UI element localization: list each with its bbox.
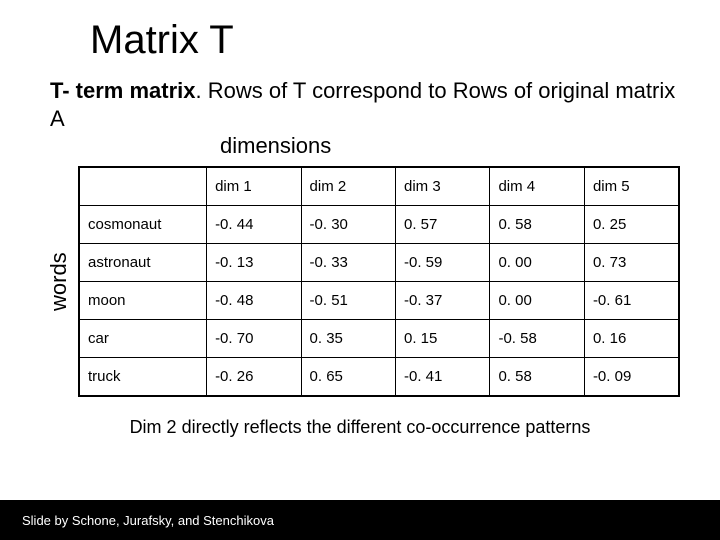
content-row: words dim 1 dim 2 dim 3 dim 4 dim 5 cosm…: [40, 166, 680, 397]
cell: -0. 30: [301, 205, 395, 243]
cell: -0. 58: [490, 319, 584, 357]
cell: 0. 25: [584, 205, 679, 243]
header-cell: dim 3: [396, 167, 490, 206]
table-header-row: dim 1 dim 2 dim 3 dim 4 dim 5: [79, 167, 679, 206]
slide-note: Dim 2 directly reflects the different co…: [40, 417, 680, 438]
table-row: moon -0. 48 -0. 51 -0. 37 0. 00 -0. 61: [79, 281, 679, 319]
cell: -0. 33: [301, 243, 395, 281]
footer-bar: Slide by Schone, Jurafsky, and Stenchiko…: [0, 500, 720, 540]
cell: -0. 59: [396, 243, 490, 281]
table-row: truck -0. 26 0. 65 -0. 41 0. 58 -0. 09: [79, 357, 679, 396]
row-label: truck: [79, 357, 207, 396]
cell: -0. 09: [584, 357, 679, 396]
table-row: car -0. 70 0. 35 0. 15 -0. 58 0. 16: [79, 319, 679, 357]
header-cell: [79, 167, 207, 206]
cell: -0. 48: [207, 281, 301, 319]
cell: 0. 65: [301, 357, 395, 396]
row-label: astronaut: [79, 243, 207, 281]
footer-text: Slide by Schone, Jurafsky, and Stenchiko…: [22, 513, 274, 528]
cell: 0. 58: [490, 357, 584, 396]
cell: 0. 15: [396, 319, 490, 357]
table-row: astronaut -0. 13 -0. 33 -0. 59 0. 00 0. …: [79, 243, 679, 281]
cell: -0. 44: [207, 205, 301, 243]
cell: 0. 58: [490, 205, 584, 243]
cell: -0. 51: [301, 281, 395, 319]
header-cell: dim 1: [207, 167, 301, 206]
cell: -0. 26: [207, 357, 301, 396]
row-label: moon: [79, 281, 207, 319]
row-label: car: [79, 319, 207, 357]
slide-description: T- term matrix. Rows of T correspond to …: [50, 77, 680, 160]
cell: -0. 13: [207, 243, 301, 281]
words-axis-label: words: [40, 166, 78, 397]
desc-bold: T- term matrix: [50, 78, 196, 103]
table-row: cosmonaut -0. 44 -0. 30 0. 57 0. 58 0. 2…: [79, 205, 679, 243]
cell: -0. 70: [207, 319, 301, 357]
cell: -0. 61: [584, 281, 679, 319]
cell: -0. 41: [396, 357, 490, 396]
cell: 0. 00: [490, 243, 584, 281]
header-cell: dim 4: [490, 167, 584, 206]
header-cell: dim 2: [301, 167, 395, 206]
cell: 0. 73: [584, 243, 679, 281]
cell: 0. 57: [396, 205, 490, 243]
header-cell: dim 5: [584, 167, 679, 206]
cell: 0. 16: [584, 319, 679, 357]
matrix-table: dim 1 dim 2 dim 3 dim 4 dim 5 cosmonaut …: [78, 166, 680, 397]
slide-title: Matrix T: [90, 18, 680, 63]
row-label: cosmonaut: [79, 205, 207, 243]
cell: 0. 00: [490, 281, 584, 319]
cell: -0. 37: [396, 281, 490, 319]
desc-dimensions: dimensions: [220, 132, 680, 160]
slide: Matrix T T- term matrix. Rows of T corre…: [0, 0, 720, 540]
cell: 0. 35: [301, 319, 395, 357]
